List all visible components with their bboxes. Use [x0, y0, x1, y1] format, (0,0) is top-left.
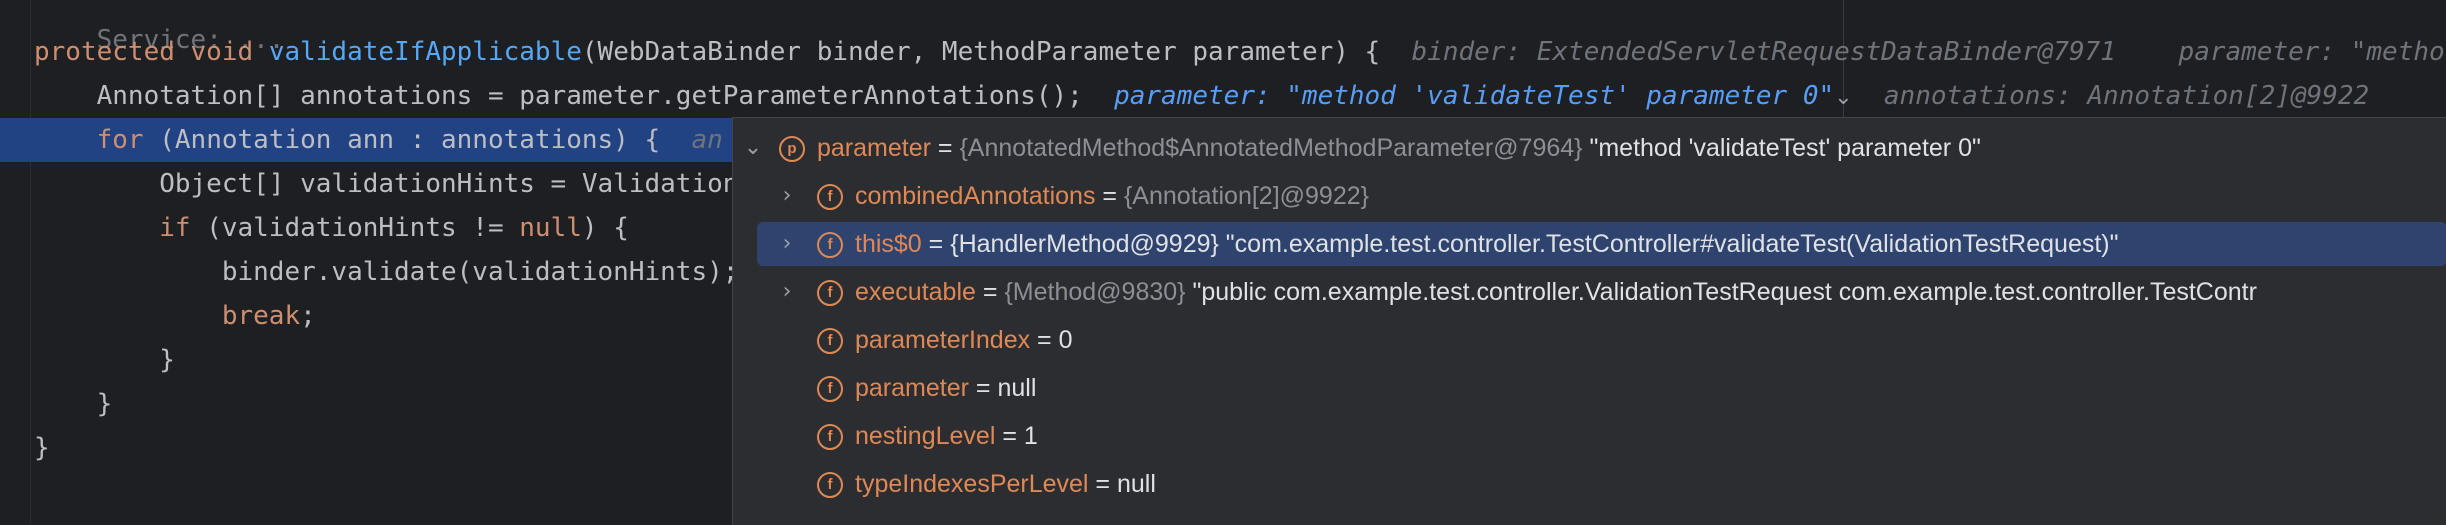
variable-text: nestingLevel = 1	[855, 414, 1038, 458]
variable-row[interactable]: f parameter = null	[733, 366, 2446, 410]
expand-chevron-icon[interactable]: ›	[775, 270, 799, 314]
code-token: (validationHints !=	[206, 213, 520, 243]
variable-value: {HandlerMethod@9929} "com.example.test.c…	[950, 230, 2119, 258]
equals-sign: =	[1030, 326, 1059, 354]
field-badge-icon: f	[817, 472, 843, 498]
code-token: Object[] validationHints = Validation	[34, 169, 739, 199]
expand-chevron-icon	[775, 366, 799, 410]
variable-row[interactable]: › f executable = {Method@9830} "public com…	[733, 270, 2446, 314]
variable-value: "public com.example.test.controller.Vali…	[1185, 278, 2257, 306]
expand-chevron-icon	[775, 318, 799, 362]
variable-name: this$0	[855, 230, 922, 258]
variable-name: parameter	[855, 374, 969, 402]
parameter-badge-icon: p	[779, 136, 805, 162]
variable-row[interactable]: f parameterIndex = 0	[733, 318, 2446, 362]
expand-chevron-icon	[775, 414, 799, 458]
equals-sign: =	[1095, 182, 1124, 210]
code-line[interactable]: protected void validateIfApplicable(WebD…	[0, 30, 2446, 74]
variable-name: combinedAnnotations	[855, 182, 1096, 210]
code-line[interactable]: Annotation[] annotations = parameter.get…	[0, 74, 2446, 118]
code-token: }	[34, 345, 175, 375]
inline-debug-hint[interactable]: parameter: "method 'validateTest' parame…	[1114, 81, 1834, 111]
variable-name: executable	[855, 278, 976, 306]
code-token: null	[519, 213, 582, 243]
equals-sign: =	[921, 230, 951, 258]
code-token: binder.validate(validationHints);	[34, 257, 739, 287]
debug-variables-popup[interactable]: ⌄ p parameter = {AnnotatedMethod$Annotat…	[732, 117, 2446, 525]
variable-name: typeIndexesPerLevel	[855, 470, 1089, 498]
popup-root-row[interactable]: ⌄ p parameter = {AnnotatedMethod$Annotat…	[733, 126, 2446, 170]
variable-value: "method 'validateTest' parameter 0"	[1582, 134, 1981, 162]
variable-text: parameter = null	[855, 366, 1036, 410]
equals-sign: =	[968, 374, 998, 402]
code-token: ;	[300, 301, 316, 331]
popup-root-text: parameter = {AnnotatedMethod$AnnotatedMe…	[817, 126, 1981, 170]
code-line-partial: Service: ...	[34, 0, 2446, 55]
expand-hint-chevron-icon[interactable]: ⌄	[1834, 85, 1852, 110]
inline-debug-hint: annotations: Annotation[2]@9922	[1852, 81, 2370, 111]
variable-type: {Annotation[2]@9922}	[1123, 182, 1369, 210]
code-token: if	[34, 213, 207, 243]
expand-chevron-icon[interactable]: ›	[775, 174, 799, 218]
variable-row[interactable]: › f combinedAnnotations = {Annotation[2]@9…	[733, 174, 2446, 218]
variable-type: {Method@9830}	[1004, 278, 1186, 306]
code-token: break	[34, 301, 301, 331]
field-badge-icon: f	[817, 376, 843, 402]
variable-value: null	[1116, 470, 1156, 498]
variable-name: nestingLevel	[855, 422, 996, 450]
inline-debug-hint: an	[691, 125, 723, 155]
field-badge-icon: f	[817, 328, 843, 354]
equals-sign: =	[995, 422, 1024, 450]
field-badge-icon: f	[817, 280, 843, 306]
variable-text: combinedAnnotations = {Annotation[2]@992…	[855, 174, 1369, 218]
expand-chevron-icon	[775, 462, 799, 506]
code-token: (WebDataBinder binder, MethodParameter p…	[581, 37, 1412, 67]
field-badge-icon: f	[817, 184, 843, 210]
equals-sign: =	[1088, 470, 1117, 498]
inline-debug-hint: binder: ExtendedServletRequestDataBinder…	[1411, 37, 2445, 67]
variable-row[interactable]: › f this$0 = {HandlerMethod@9929} "com.exa…	[757, 222, 2446, 266]
code-token: }	[34, 433, 50, 463]
variable-type: {AnnotatedMethod$AnnotatedMethodParamete…	[959, 134, 1583, 162]
variable-row[interactable]: f nestingLevel = 1	[733, 414, 2446, 458]
code-token: }	[34, 389, 113, 419]
variable-text: executable = {Method@9830} "public com.e…	[855, 270, 2257, 314]
equals-sign: =	[930, 134, 960, 162]
equals-sign: =	[975, 278, 1005, 306]
variable-text: parameterIndex = 0	[855, 318, 1073, 362]
code-token: (Annotation ann : annotations) {	[159, 125, 692, 155]
code-token: Annotation[] annotations = parameter.get…	[34, 81, 1115, 111]
variable-row[interactable]: f typeIndexesPerLevel = null	[733, 462, 2446, 506]
variable-name: parameter	[817, 134, 931, 162]
code-token: validateIfApplicable	[268, 37, 582, 67]
code-token: for	[34, 125, 160, 155]
code-token: ) {	[581, 213, 629, 243]
variable-name: parameterIndex	[855, 326, 1031, 354]
field-badge-icon: f	[817, 232, 843, 258]
variable-text: typeIndexesPerLevel = null	[855, 462, 1156, 506]
collapse-chevron-icon[interactable]: ⌄	[741, 126, 765, 170]
variable-value: 1	[1023, 422, 1038, 450]
variable-value: null	[997, 374, 1037, 402]
expand-chevron-icon[interactable]: ›	[775, 222, 799, 266]
variable-value: 0	[1058, 326, 1073, 354]
code-token: protected void	[34, 37, 269, 67]
variable-text: this$0 = {HandlerMethod@9929} "com.examp…	[855, 222, 2119, 266]
field-badge-icon: f	[817, 424, 843, 450]
